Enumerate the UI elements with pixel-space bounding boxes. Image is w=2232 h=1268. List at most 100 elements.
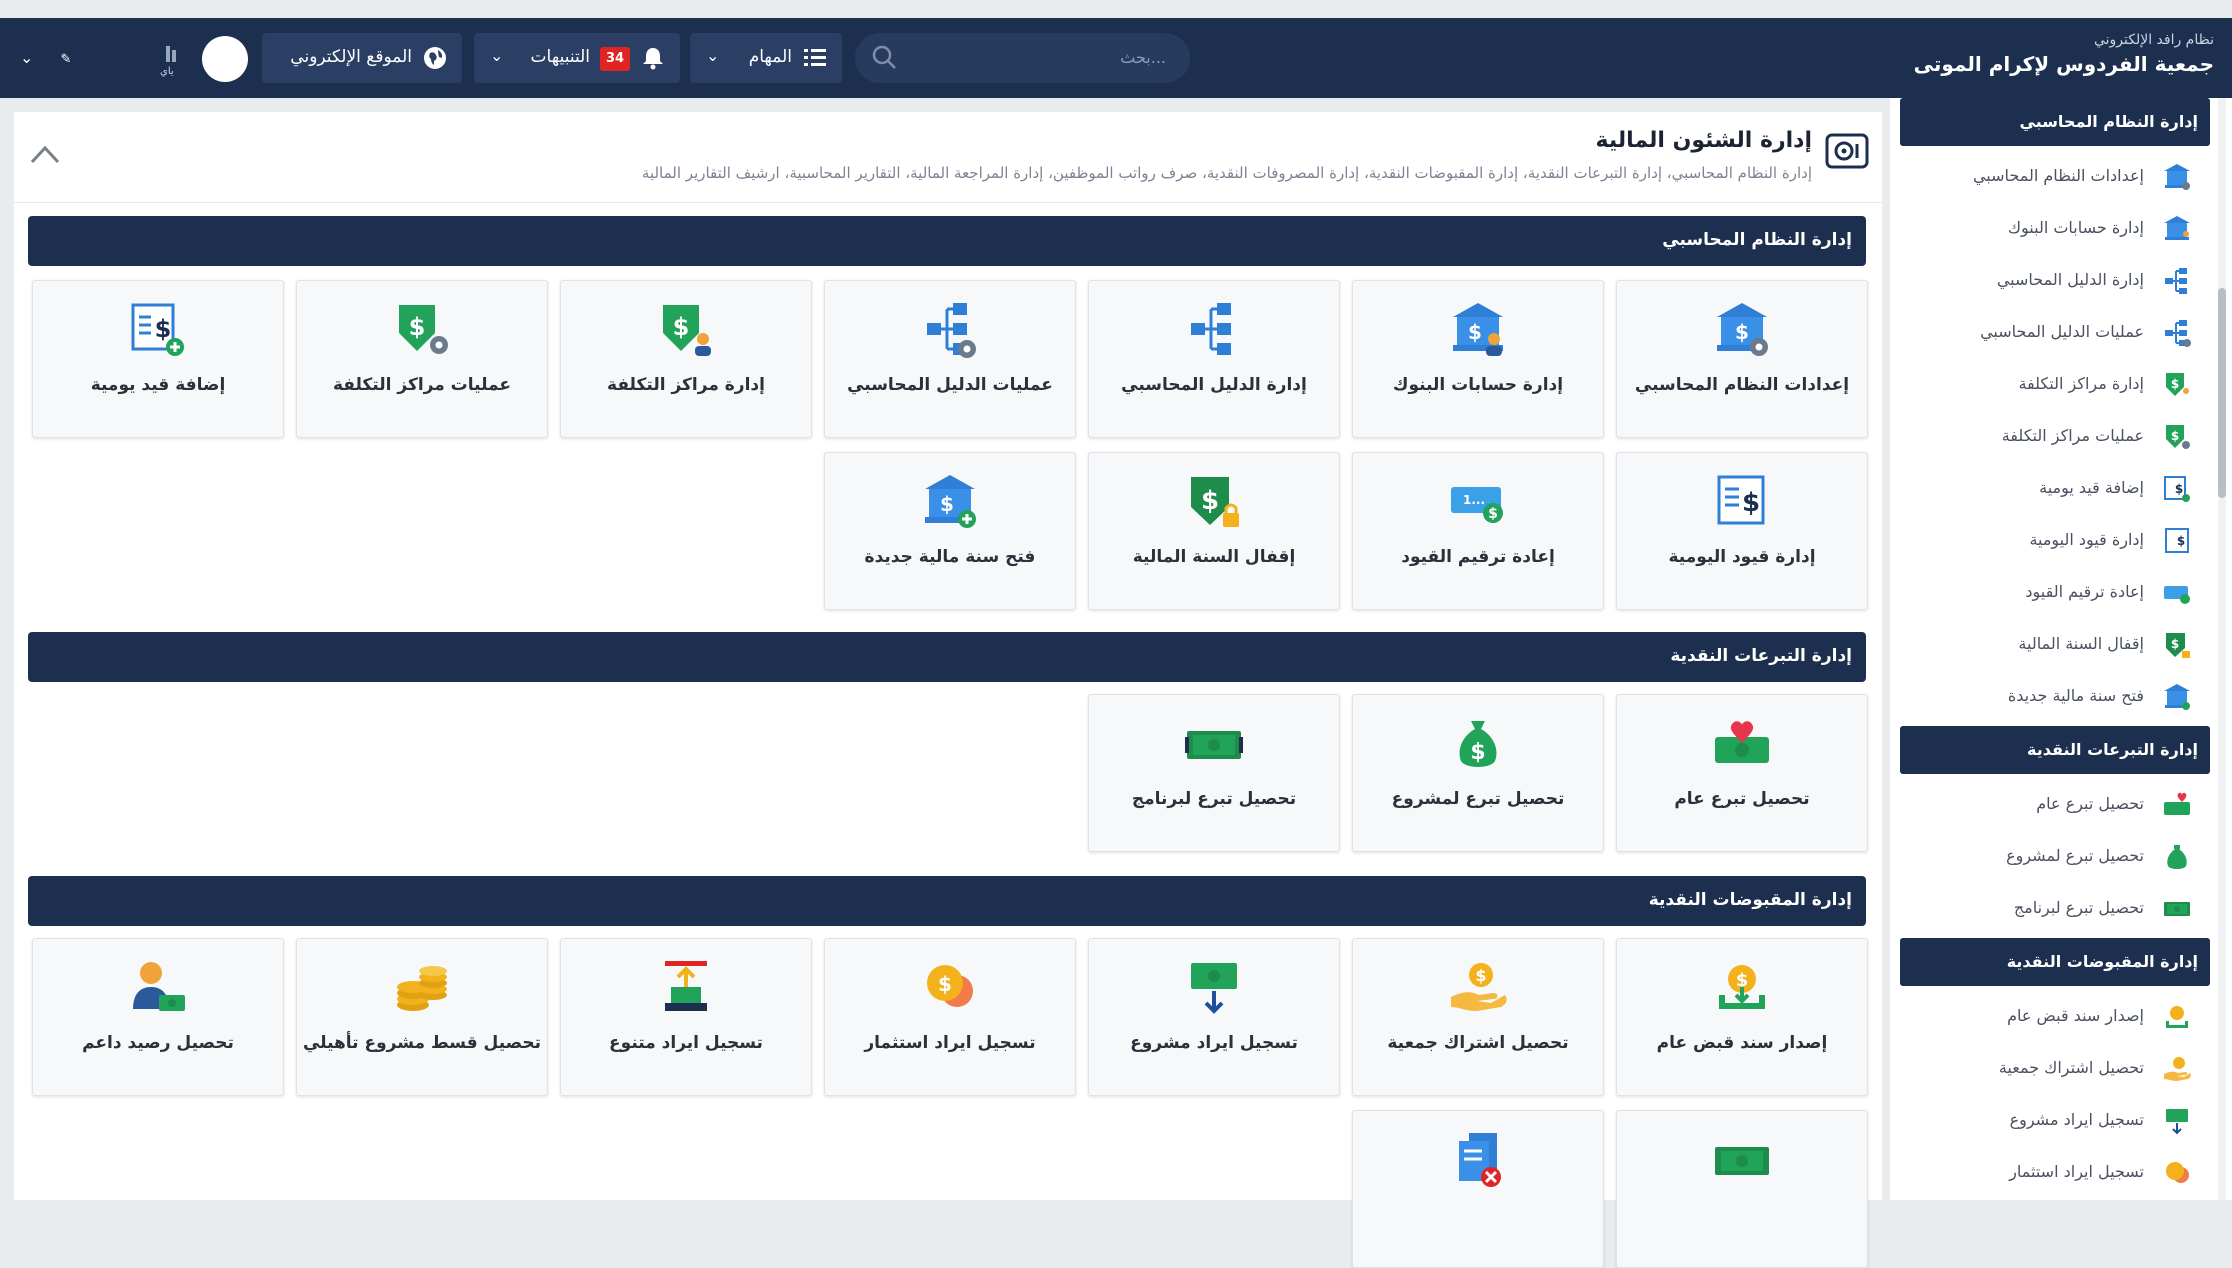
tile-receipt-extra-2[interactable] — [1352, 1110, 1604, 1268]
sidebar-item-label: إعادة ترقيم القيود — [2025, 582, 2144, 601]
user-icon — [166, 46, 176, 62]
tile-accounting-settings[interactable]: $ إعدادات النظام المحاسبي — [1616, 280, 1868, 438]
sidebar-group-accounting[interactable]: إدارة النظام المحاسبي — [1900, 98, 2210, 146]
sidebar-item-open-fiscal-year[interactable]: فتح سنة مالية جديدة — [1900, 672, 2210, 720]
journal-add-icon: $ — [131, 303, 184, 356]
sidebar-group-receipts[interactable]: إدارة المقبوضات النقدية — [1900, 938, 2210, 986]
tasks-button[interactable]: المهام ⌄ — [690, 33, 842, 83]
search-icon — [872, 45, 896, 69]
sidebar-item-general-receipt[interactable]: إصدار سند قبض عام — [1900, 992, 2210, 1040]
svg-text:$: $ — [938, 972, 952, 996]
tile-close-fiscal-year[interactable]: $ إقفال السنة المالية — [1088, 452, 1340, 610]
heart-cash-icon — [2164, 792, 2190, 815]
tile-general-donation[interactable]: تحصيل تبرع عام — [1616, 694, 1868, 852]
sidebar-group-donations[interactable]: إدارة التبرعات النقدية — [1900, 726, 2210, 774]
tile-bank-accounts[interactable]: $ إدارة حسابات البنوك — [1352, 280, 1604, 438]
tile-open-fiscal-year[interactable]: $ فتح سنة مالية جديدة — [824, 452, 1076, 610]
lock-year-icon: $ — [1191, 477, 1239, 527]
sidebar-item-label: تحصيل اشتراك جمعية — [1998, 1058, 2144, 1077]
sidebar-item-chart-of-accounts[interactable]: إدارة الدليل المحاسبي — [1900, 256, 2210, 304]
svg-text:$: $ — [409, 313, 426, 341]
user-short-name: ياي — [160, 66, 174, 77]
sidebar-item-renumber-entries[interactable]: إعادة ترقيم القيود — [1900, 568, 2210, 616]
notifications-button[interactable]: 34 التنبيهات ⌄ — [474, 33, 680, 83]
section-header-receipts: إدارة المقبوضات النقدية — [28, 876, 1866, 926]
toolbar-misc[interactable]: ⌄ ✎ — [20, 48, 71, 67]
tile-receipt-extra-1[interactable] — [1616, 1110, 1868, 1268]
section-header-donations: إدارة التبرعات النقدية — [28, 632, 1866, 682]
tree-gear-icon — [2165, 320, 2191, 347]
page-header: إدارة الشئون المالية إدارة النظام المحاس… — [14, 112, 1882, 203]
sidebar-item-project-donation[interactable]: تحصيل تبرع لمشروع — [1900, 832, 2210, 880]
sidebar-item-label: إقفال السنة المالية — [2018, 634, 2144, 653]
tile-misc-revenue[interactable]: تسجيل ايراد متنوع — [560, 938, 812, 1096]
tile-label: إدارة مراكز التكلفة — [607, 375, 765, 395]
tile-rehab-installment[interactable]: تحصيل قسط مشروع تأهيلي — [296, 938, 548, 1096]
tile-project-donation[interactable]: $ تحصيل تبرع لمشروع — [1352, 694, 1604, 852]
sidebar-item-journal-entries[interactable]: $ إدارة قيود اليومية — [1900, 516, 2210, 564]
tile-label: تسجيل ايراد متنوع — [609, 1033, 763, 1053]
sidebar-item-label: عمليات مراكز التكلفة — [2001, 426, 2144, 445]
tile-chart-of-accounts[interactable]: إدارة الدليل المحاسبي — [1088, 280, 1340, 438]
sidebar-scrollbar-track[interactable] — [2218, 98, 2226, 1200]
user-menu[interactable]: ياي — [150, 44, 194, 77]
receipt-hand-icon — [2166, 1006, 2188, 1028]
sidebar-item-cost-centers[interactable]: $ إدارة مراكز التكلفة — [1900, 360, 2210, 408]
tile-label: تسجيل ايراد مشروع — [1130, 1033, 1298, 1053]
avatar[interactable] — [202, 36, 248, 82]
tree-icon — [2165, 268, 2187, 294]
banknote-icon — [2164, 902, 2190, 916]
brand[interactable]: نظام رافد الإلكتروني جمعية الفردوس لإكرا… — [1914, 32, 2214, 76]
section-title: إدارة التبرعات النقدية — [1670, 646, 1852, 666]
tile-cost-centers[interactable]: $ إدارة مراكز التكلفة — [560, 280, 812, 438]
svg-text:1...: 1... — [1463, 493, 1485, 507]
language-icon[interactable]: ✎ — [61, 52, 72, 67]
tile-add-journal-entry[interactable]: $ إضافة قيد يومية — [32, 280, 284, 438]
tile-general-receipt[interactable]: $ إصدار سند قبض عام — [1616, 938, 1868, 1096]
tile-label: تحصيل رصيد داعم — [82, 1033, 234, 1053]
tile-label: تحصيل تبرع عام — [1674, 789, 1810, 809]
sidebar-item-membership-fee[interactable]: تحصيل اشتراك جمعية — [1900, 1044, 2210, 1092]
sidebar-item-bank-accounts[interactable]: إدارة حسابات البنوك — [1900, 204, 2210, 252]
svg-text:$: $ — [1470, 740, 1485, 765]
sidebar-scrollbar-thumb[interactable] — [2218, 288, 2226, 498]
sidebar-item-accounting-settings[interactable]: إعدادات النظام المحاسبي — [1900, 152, 2210, 200]
website-button[interactable]: الموقع الإلكتروني — [262, 33, 462, 83]
sidebar-item-investment-revenue[interactable]: تسجيل ايراد استثمار — [1900, 1148, 2210, 1196]
sidebar-item-chart-operations[interactable]: عمليات الدليل المحاسبي — [1900, 308, 2210, 356]
tile-membership-fee[interactable]: $ تحصيل اشتراك جمعية — [1352, 938, 1604, 1096]
shield-dollar-gear-icon: $ — [399, 305, 448, 354]
tile-project-revenue[interactable]: تسجيل ايراد مشروع — [1088, 938, 1340, 1096]
tile-label: إدارة حسابات البنوك — [1392, 375, 1564, 395]
sidebar-item-cost-center-operations[interactable]: $ عمليات مراكز التكلفة — [1900, 412, 2210, 460]
tile-supporter-balance[interactable]: تحصيل رصيد داعم — [32, 938, 284, 1096]
shield-dollar-user-icon: $ — [663, 305, 711, 356]
tile-chart-operations[interactable]: عمليات الدليل المحاسبي — [824, 280, 1076, 438]
chevron-down-icon[interactable]: ⌄ — [20, 48, 33, 67]
sidebar-item-label: إدارة الدليل المحاسبي — [1996, 270, 2144, 289]
tile-program-donation[interactable]: تحصيل تبرع لبرنامج — [1088, 694, 1340, 852]
lock-year-icon: $ — [2166, 633, 2190, 658]
chevron-down-icon: ⌄ — [490, 46, 504, 65]
section-title: إدارة المقبوضات النقدية — [1648, 890, 1852, 910]
tile-renumber-entries[interactable]: 1... $ إعادة ترقيم القيود — [1352, 452, 1604, 610]
sidebar-item-project-revenue[interactable]: تسجيل ايراد مشروع — [1900, 1096, 2210, 1144]
money-bag-icon — [2167, 845, 2187, 869]
tile-cost-center-operations[interactable]: $ عمليات مراكز التكلفة — [296, 280, 548, 438]
sidebar-item-label: إعدادات النظام المحاسبي — [1972, 166, 2144, 185]
globe-icon — [424, 47, 446, 69]
sidebar-item-close-fiscal-year[interactable]: $ إقفال السنة المالية — [1900, 620, 2210, 668]
sidebar-item-label: إدارة حسابات البنوك — [2007, 218, 2144, 237]
money-bag-icon: $ — [1459, 721, 1497, 767]
renumber-icon — [2164, 586, 2190, 604]
tile-investment-revenue[interactable]: $ تسجيل ايراد استثمار — [824, 938, 1076, 1096]
tile-journal-entries[interactable]: $ إدارة قيود اليومية — [1616, 452, 1868, 610]
sidebar-item-program-donation[interactable]: تحصيل تبرع لبرنامج — [1900, 884, 2210, 932]
bank-plus-icon — [2164, 684, 2190, 710]
tile-label: تحصيل تبرع لمشروع — [1391, 789, 1565, 809]
collapse-chevron-icon[interactable] — [28, 140, 62, 168]
sidebar-item-general-donation[interactable]: تحصيل تبرع عام — [1900, 780, 2210, 828]
svg-text:$: $ — [2171, 637, 2179, 651]
search-input[interactable]: بحث... — [855, 33, 1190, 83]
sidebar-item-add-journal-entry[interactable]: $ إضافة قيد يومية — [1900, 464, 2210, 512]
